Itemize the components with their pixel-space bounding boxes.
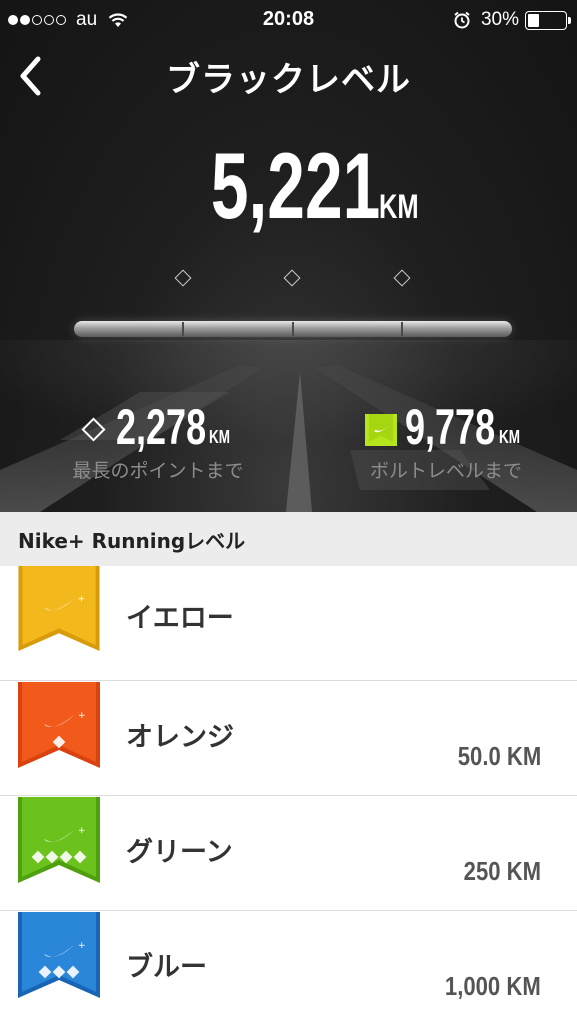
svg-text:+: +: [78, 595, 85, 605]
next-level-stat: 9,778 KM ボルトレベルまで: [346, 400, 546, 483]
level-row[interactable]: + オレンジ 50.0 KM: [0, 681, 577, 796]
next-point-stat: 2,278 KM 最長のポイントまで: [48, 400, 268, 483]
next-level-value: 9,778: [405, 399, 496, 455]
point-marker-icon: [283, 269, 301, 287]
total-distance-value: 5,221: [210, 133, 381, 238]
next-level-caption: ボルトレベルまで: [369, 460, 522, 482]
level-distance: 250 KM: [463, 856, 541, 886]
next-point-unit: KM: [209, 427, 231, 447]
svg-text:+: +: [78, 711, 86, 721]
level-name: ブルー: [126, 952, 207, 983]
next-point-value: 2,278: [115, 399, 207, 455]
level-name: オレンジ: [126, 722, 234, 753]
battery-icon: [525, 10, 571, 30]
volt-badge-icon: [365, 414, 398, 446]
level-badge-icon: +: [18, 912, 100, 998]
level-badge-icon: +: [18, 797, 100, 883]
status-bar: au 20:08 30%: [0, 0, 577, 40]
level-distance: 50.0 KM: [457, 741, 541, 771]
level-row[interactable]: + ブルー 1,000 KM: [0, 911, 577, 1024]
level-hero: au 20:08 30% ブラックレベル 5,221 KM 2,278 KM 最…: [0, 0, 577, 512]
level-badge-icon: +: [18, 682, 100, 768]
level-row[interactable]: + イエロー: [0, 566, 577, 681]
svg-text:+: +: [78, 826, 86, 836]
level-list: + イエロー + オレンジ 50.0 KM + グリーン 250 KM + ブルー 1,000 KM: [0, 566, 577, 1024]
diamond-icon: [81, 417, 106, 442]
point-markers: [0, 269, 577, 292]
level-name: グリーン: [126, 837, 233, 868]
point-marker-icon: [174, 269, 192, 287]
alarm-icon: [454, 11, 470, 29]
point-marker-icon: [393, 269, 411, 287]
level-row[interactable]: + グリーン 250 KM: [0, 796, 577, 911]
svg-text:+: +: [78, 941, 86, 951]
nav-bar: ブラックレベル: [0, 40, 577, 112]
total-distance: 5,221 KM: [0, 132, 577, 240]
level-name: イエロー: [126, 603, 234, 634]
levels-section-header: Nike+ Runningレベル: [0, 512, 577, 566]
level-progress-bar: [74, 321, 512, 337]
level-distance: 1,000 KM: [445, 971, 541, 1001]
page-title: ブラックレベル: [166, 60, 411, 100]
level-badge-icon: +: [18, 566, 100, 652]
next-level-unit: KM: [498, 427, 520, 447]
next-point-caption: 最長のポイントまで: [72, 460, 244, 482]
battery-percent: 30%: [480, 9, 519, 30]
total-distance-unit: KM: [379, 188, 419, 226]
